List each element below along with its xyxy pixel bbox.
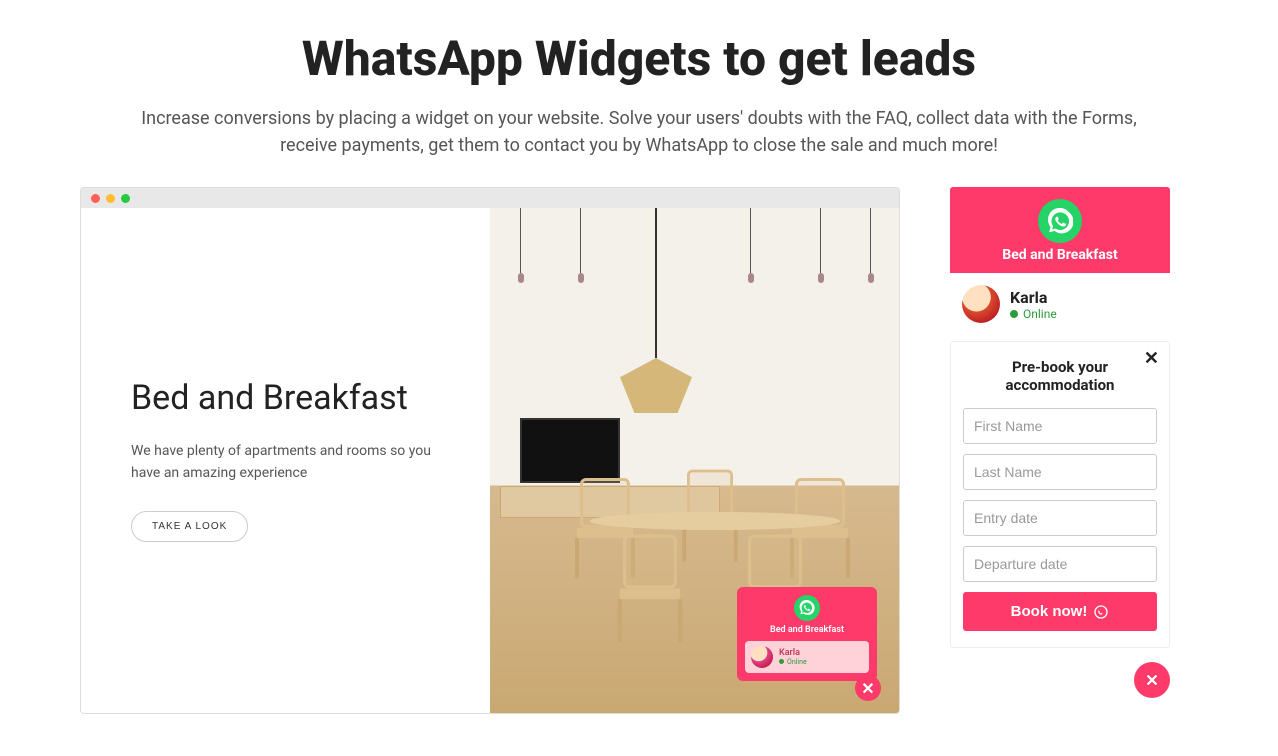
agent-status: Online xyxy=(1010,307,1057,321)
form-title: Pre-book your accommodation xyxy=(963,358,1157,394)
hero-image: Bed and Breakfast Karla Online ✕ xyxy=(490,208,899,713)
hero-title: Bed and Breakfast xyxy=(131,378,450,418)
entry-date-field[interactable] xyxy=(963,500,1157,536)
close-icon xyxy=(1143,671,1161,689)
widget-close-button[interactable] xyxy=(1134,662,1170,698)
avatar xyxy=(751,646,773,668)
prebook-form: ✕ Pre-book your accommodation Book now! xyxy=(950,341,1170,648)
avatar xyxy=(962,285,1000,323)
book-now-button[interactable]: Book now! xyxy=(963,592,1157,631)
mini-agent-name: Karla xyxy=(779,649,807,658)
browser-mock: Bed and Breakfast We have plenty of apar… xyxy=(80,187,900,714)
departure-date-field[interactable] xyxy=(963,546,1157,582)
last-name-field[interactable] xyxy=(963,454,1157,490)
widget-panel: Bed and Breakfast Karla Online ✕ Pre-boo… xyxy=(950,187,1170,698)
page-subhead: Increase conversions by placing a widget… xyxy=(139,105,1139,159)
mini-agent-card[interactable]: Karla Online xyxy=(745,641,869,673)
mini-agent-status: Online xyxy=(779,658,807,666)
book-now-label: Book now! xyxy=(1011,603,1088,620)
page-headline: WhatsApp Widgets to get leads xyxy=(80,30,1198,87)
agent-name: Karla xyxy=(1010,288,1057,307)
hero-desc: We have plenty of apartments and rooms s… xyxy=(131,440,450,485)
whatsapp-icon xyxy=(794,595,820,621)
whatsapp-icon xyxy=(1093,604,1109,620)
browser-titlebar xyxy=(81,188,899,208)
form-close-button[interactable]: ✕ xyxy=(1144,348,1159,369)
widget-brand: Bed and Breakfast xyxy=(960,247,1160,263)
mini-chat-widget[interactable]: Bed and Breakfast Karla Online ✕ xyxy=(737,587,877,681)
mini-close-button[interactable]: ✕ xyxy=(855,675,881,701)
agent-card[interactable]: Karla Online xyxy=(950,273,1170,335)
first-name-field[interactable] xyxy=(963,408,1157,444)
window-close-dot xyxy=(91,194,100,203)
window-max-dot xyxy=(121,194,130,203)
window-min-dot xyxy=(106,194,115,203)
mini-widget-brand: Bed and Breakfast xyxy=(745,625,869,635)
take-a-look-button[interactable]: TAKE A LOOK xyxy=(131,511,248,542)
whatsapp-icon xyxy=(1038,199,1082,243)
widget-header: Bed and Breakfast xyxy=(950,187,1170,273)
